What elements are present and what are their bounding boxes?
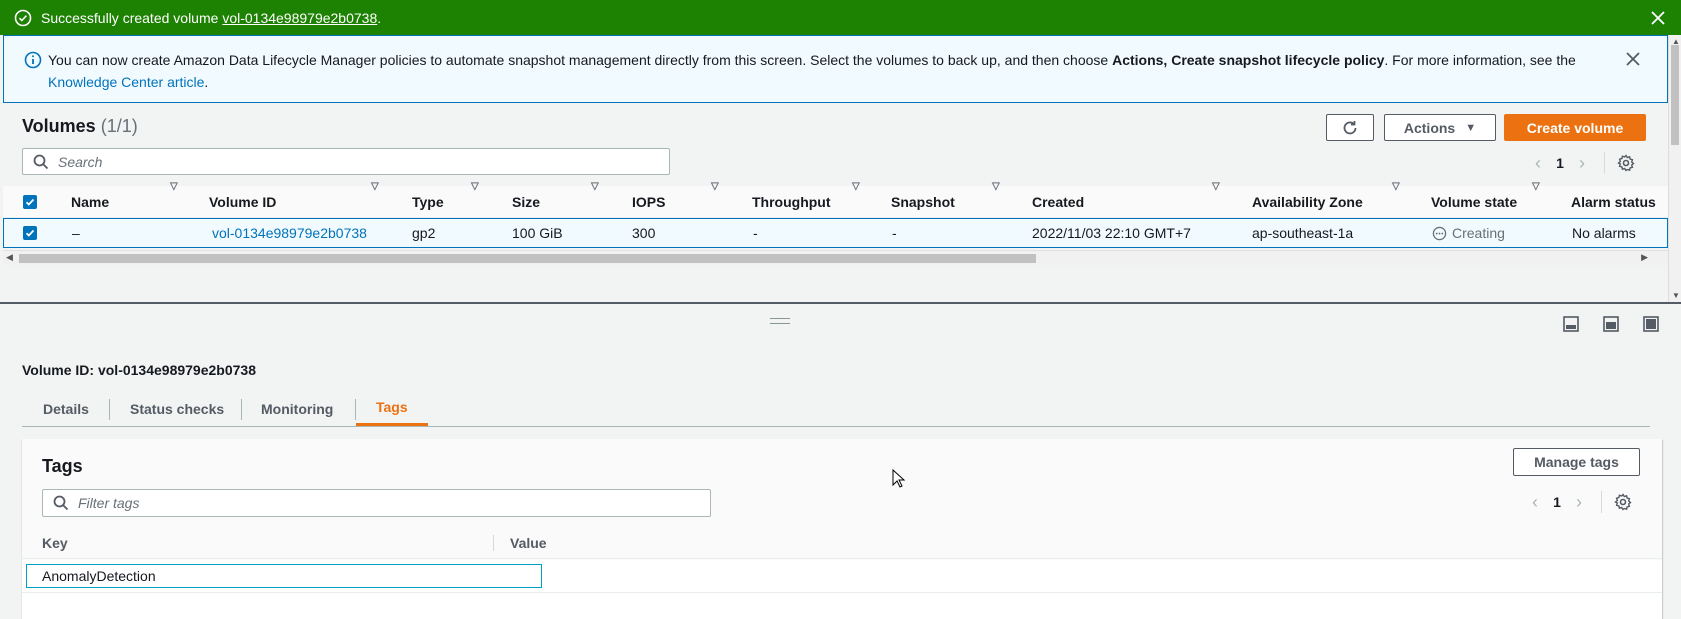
- split-panel-divider: [0, 302, 1681, 304]
- knowledge-center-link[interactable]: Knowledge Center article: [48, 74, 204, 90]
- volumes-table: Name ▽ Volume ID ▽ Type ▽ Size ▽ IOPS ▽ …: [3, 181, 1668, 248]
- success-message: Successfully created volume vol-0134e989…: [41, 9, 382, 26]
- tags-filter[interactable]: [42, 489, 711, 517]
- cell-volume-state: Creating: [1432, 219, 1505, 247]
- row-checkbox[interactable]: [23, 219, 37, 247]
- col-created[interactable]: Created: [1032, 186, 1084, 218]
- col-volume-id[interactable]: Volume ID: [209, 186, 276, 218]
- pager-divider: [1601, 491, 1602, 513]
- vertical-scrollbar[interactable]: ▲ ▼: [1668, 35, 1681, 302]
- col-availability-zone[interactable]: Availability Zone: [1252, 186, 1363, 218]
- tab-status-checks[interactable]: Status checks: [130, 390, 224, 427]
- horizontal-scrollbar[interactable]: ◀ ▶: [3, 250, 1668, 265]
- cell-alarm-status: No alarms: [1572, 225, 1636, 241]
- tab-details[interactable]: Details: [43, 390, 89, 427]
- cell-type: gp2: [412, 225, 436, 241]
- tab-tags[interactable]: Tags: [356, 390, 428, 426]
- hscroll-thumb[interactable]: [19, 254, 1036, 263]
- check-icon: [25, 198, 35, 206]
- cell-name: –: [72, 225, 80, 241]
- tag-key-cell[interactable]: AnomalyDetection: [26, 564, 542, 588]
- tags-pagination: ‹ 1 ›: [1523, 491, 1632, 513]
- caret-down-icon: ▼: [1465, 121, 1477, 134]
- success-volume-link[interactable]: vol-0134e98979e2b0738: [222, 10, 377, 26]
- scroll-right-arrow-icon[interactable]: ▶: [1641, 252, 1648, 263]
- column-divider: [493, 535, 494, 551]
- success-check-icon: [14, 9, 32, 26]
- prev-page-icon[interactable]: ‹: [1526, 153, 1550, 174]
- col-iops[interactable]: IOPS: [632, 186, 665, 218]
- info-flashbar: You can now create Amazon Data Lifecycle…: [3, 35, 1668, 103]
- scroll-left-arrow-icon[interactable]: ◀: [6, 252, 13, 263]
- filter-tags-input[interactable]: [78, 495, 678, 511]
- panel-middle-icon[interactable]: [1602, 315, 1620, 333]
- tab-separator: [109, 399, 110, 420]
- table-header: Name ▽ Volume ID ▽ Type ▽ Size ▽ IOPS ▽ …: [3, 181, 1668, 218]
- col-throughput[interactable]: Throughput: [752, 186, 831, 218]
- close-info-icon[interactable]: [1624, 50, 1642, 68]
- actions-button[interactable]: Actions ▼: [1384, 114, 1496, 141]
- search-icon: [53, 495, 69, 511]
- select-all-checkbox[interactable]: [23, 186, 37, 218]
- cell-created: 2022/11/03 22:10 GMT+7: [1032, 225, 1191, 241]
- prev-page-icon[interactable]: ‹: [1523, 492, 1547, 513]
- mouse-cursor-icon: [892, 469, 906, 488]
- search-input[interactable]: [58, 153, 638, 170]
- refresh-icon: [1343, 120, 1357, 134]
- next-page-icon[interactable]: ›: [1570, 153, 1594, 174]
- volumes-pagination: ‹ 1 ›: [1526, 152, 1635, 174]
- col-key: Key: [42, 535, 68, 551]
- cell-volume-id: vol-0134e98979e2b0738: [212, 219, 367, 247]
- pager-divider: [1604, 152, 1605, 174]
- tags-heading: Tags: [42, 456, 83, 476]
- actions-label: Actions: [1403, 119, 1456, 136]
- tab-separator: [241, 399, 242, 420]
- col-volume-state[interactable]: Volume state: [1431, 186, 1517, 218]
- col-type[interactable]: Type: [412, 186, 444, 218]
- manage-tags-button[interactable]: Manage tags: [1513, 448, 1640, 476]
- table-row[interactable]: – vol-0134e98979e2b0738 gp2 100 GiB 300 …: [3, 218, 1668, 248]
- cell-az: ap-southeast-1a: [1252, 225, 1354, 241]
- volume-search[interactable]: [22, 148, 670, 175]
- cell-throughput: -: [753, 225, 758, 241]
- scrollbar-thumb[interactable]: [1671, 45, 1679, 145]
- cell-iops: 300: [632, 225, 656, 241]
- panel-bottom-icon[interactable]: [1562, 315, 1580, 333]
- panel-full-icon[interactable]: [1642, 315, 1660, 333]
- scroll-down-arrow-icon[interactable]: ▼: [1672, 291, 1680, 300]
- tab-monitoring[interactable]: Monitoring: [261, 390, 333, 427]
- col-name[interactable]: Name: [71, 186, 109, 218]
- cell-snapshot: -: [892, 225, 897, 241]
- cell-size: 100 GiB: [512, 225, 563, 241]
- gear-icon[interactable]: [1614, 493, 1632, 511]
- volumes-heading: Volumes (1/1): [22, 116, 138, 136]
- col-snapshot[interactable]: Snapshot: [891, 186, 955, 218]
- volumes-count: (1/1): [100, 116, 138, 136]
- search-icon: [33, 154, 49, 169]
- tags-container: Tags Manage tags ‹ 1 › Key Value Anomaly…: [22, 439, 1662, 619]
- col-alarm-status[interactable]: Alarm status: [1571, 186, 1656, 218]
- resize-handle-icon[interactable]: [770, 318, 790, 324]
- pending-icon: [1432, 226, 1447, 240]
- next-page-icon[interactable]: ›: [1567, 492, 1591, 513]
- create-volume-button[interactable]: Create volume: [1504, 114, 1646, 141]
- page-number[interactable]: 1: [1550, 155, 1570, 171]
- gear-icon[interactable]: [1617, 154, 1635, 172]
- check-icon: [25, 229, 35, 237]
- state-label: Creating: [1452, 225, 1505, 241]
- detail-title: Volume ID: vol-0134e98979e2b0738: [22, 362, 256, 378]
- col-value: Value: [510, 535, 547, 551]
- tags-table-header: Key Value: [22, 527, 1662, 559]
- refresh-button[interactable]: [1326, 114, 1374, 141]
- page-number[interactable]: 1: [1547, 494, 1567, 510]
- info-icon: [24, 51, 42, 69]
- info-text: You can now create Amazon Data Lifecycle…: [48, 52, 1576, 90]
- volume-id-link[interactable]: vol-0134e98979e2b0738: [212, 225, 367, 241]
- col-size[interactable]: Size: [512, 186, 540, 218]
- success-flashbar: Successfully created volume vol-0134e989…: [0, 0, 1681, 35]
- table-row[interactable]: AnomalyDetection: [22, 560, 1662, 593]
- close-success-icon[interactable]: [1649, 9, 1667, 27]
- detail-tabs: Details Status checks Monitoring Tags: [22, 390, 1650, 427]
